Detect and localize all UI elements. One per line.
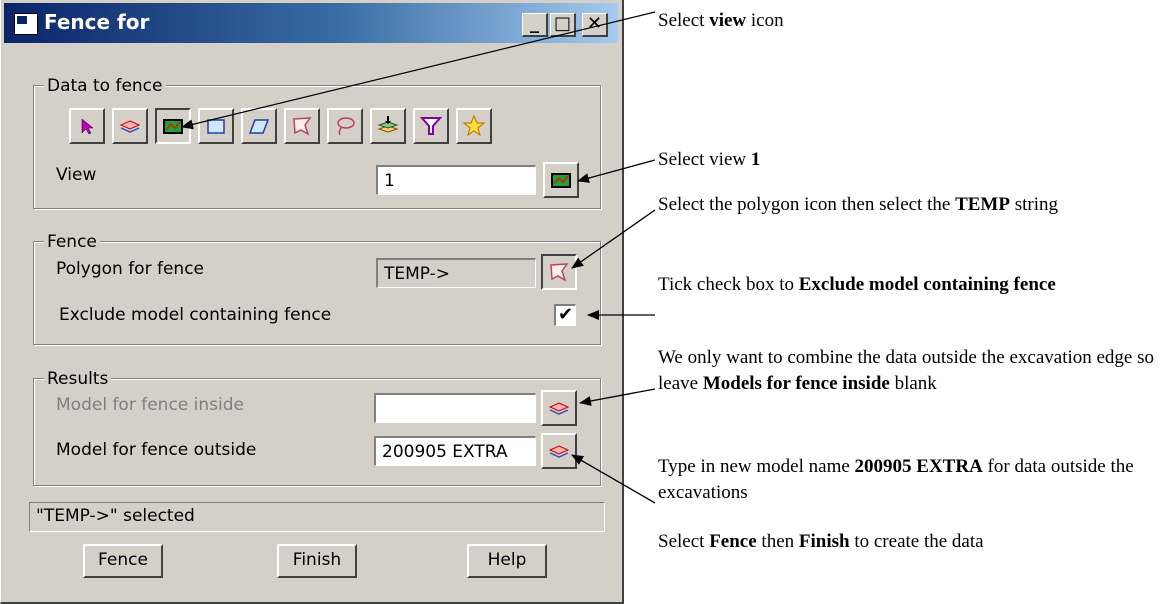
callout-arrows: [181, 11, 656, 504]
arrow-outside-model: [571, 454, 656, 504]
arrow-polygon-button: [571, 209, 656, 269]
arrow-view-icon: [181, 11, 656, 130]
arrow-view-button: [577, 159, 656, 183]
arrow-inside-model: [579, 388, 656, 406]
